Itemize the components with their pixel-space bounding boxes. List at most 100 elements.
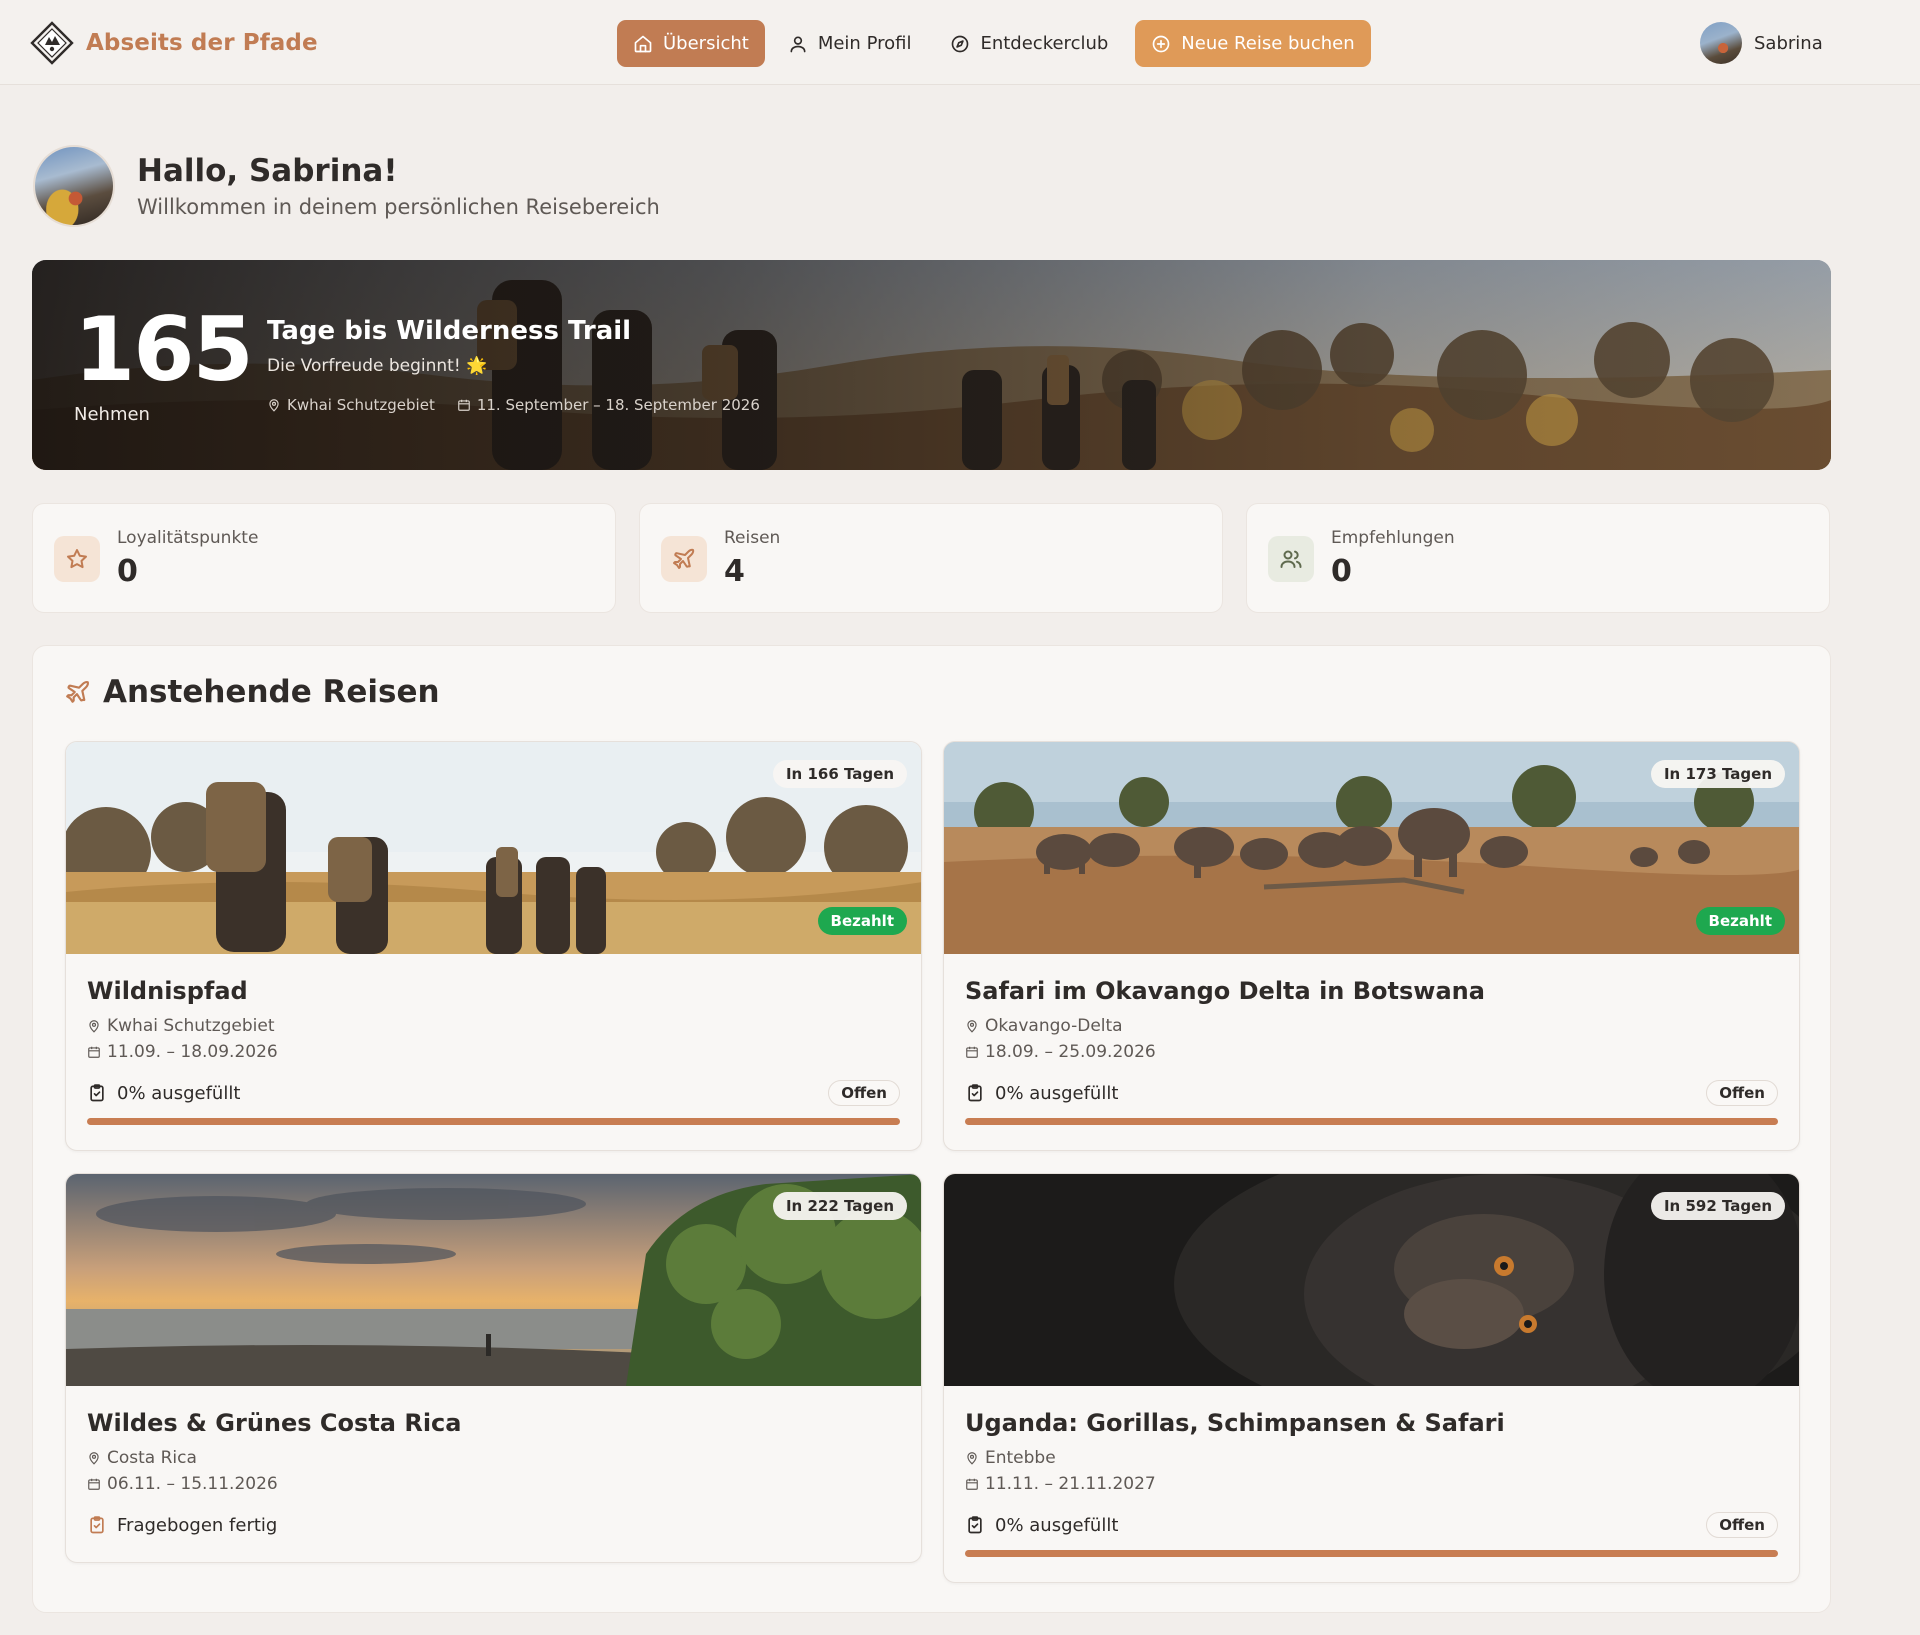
countdown-location: Kwhai Schutzgebiet — [287, 396, 435, 414]
paid-badge: Bezahlt — [817, 907, 907, 935]
stat-card-loyalty: Loyalitätspunkte 0 — [32, 503, 616, 613]
trip-dates-text: 11.09. – 18.09.2026 — [107, 1042, 278, 1062]
avatar — [1700, 22, 1742, 64]
countdown-title: Tage bis Wilderness Trail — [267, 316, 632, 346]
clipboard-check-icon — [90, 1084, 104, 1102]
map-pin-icon — [89, 1020, 99, 1033]
nav-item-entdeckerclub[interactable]: Entdeckerclub — [934, 20, 1124, 67]
stat-value: 4 — [724, 554, 745, 589]
days-until-badge: In 592 Tagen — [1650, 1192, 1785, 1220]
stat-label: Reisen — [724, 528, 781, 548]
trip-card-costa-rica[interactable]: In 222 Tagen Wildes & Grünes Costa Rica … — [65, 1173, 922, 1563]
profile-avatar — [33, 145, 115, 227]
countdown-subtitle: Die Vorfreude beginnt! 🌟 — [267, 356, 488, 376]
nav-item-mein-profil[interactable]: Mein Profil — [772, 20, 928, 67]
stat-icon-box — [1268, 536, 1314, 582]
trip-dates-text: 18.09. – 25.09.2026 — [985, 1042, 1156, 1062]
trip-location-text: Okavango-Delta — [985, 1016, 1123, 1036]
calendar-icon — [966, 1478, 978, 1490]
questionnaire-progress-bar — [87, 1118, 900, 1125]
top-navigation-bar: Abseits der Pfade Übersicht Mein Profil … — [0, 0, 1920, 85]
countdown-dates: 11. September – 18. September 2026 — [476, 396, 760, 414]
upcoming-trips-panel: Anstehende Reisen In 166 Tagen Bezahlt W… — [32, 645, 1831, 1613]
stat-icon-box — [54, 536, 100, 582]
user-icon — [790, 36, 806, 52]
questionnaire-status-row: 0% ausgefüllt Offen — [965, 1078, 1778, 1108]
new-trip-button-label: Neue Reise buchen — [1181, 33, 1355, 54]
trip-card-uganda[interactable]: In 592 Tagen Uganda: Gorillas, Schimpans… — [943, 1173, 1800, 1583]
users-icon — [1280, 550, 1302, 568]
trip-card-okavango-safari[interactable]: In 173 Tagen Bezahlt Safari im Okavango … — [943, 741, 1800, 1151]
map-pin-icon — [967, 1452, 977, 1465]
stat-value: 0 — [1331, 554, 1352, 589]
days-until-badge: In 173 Tagen — [1650, 760, 1785, 788]
questionnaire-progress-text: 0% ausgefüllt — [117, 1082, 241, 1104]
questionnaire-status-row: 0% ausgefüllt Offen — [87, 1078, 900, 1108]
trip-title: Safari im Okavango Delta in Botswana — [965, 977, 1485, 1005]
section-title: Anstehende Reisen — [103, 674, 440, 710]
compass-icon — [952, 35, 969, 52]
trip-image: In 222 Tagen — [66, 1174, 921, 1386]
trip-title: Wildes & Grünes Costa Rica — [87, 1409, 462, 1437]
plane-icon — [66, 680, 90, 703]
trip-card-wildnispfad[interactable]: In 166 Tagen Bezahlt Wildnispfad Kwhai S… — [65, 741, 922, 1151]
questionnaire-status-row: 0% ausgefüllt Offen — [965, 1510, 1778, 1540]
days-until-badge: In 166 Tagen — [772, 760, 907, 788]
questionnaire-status-text: Fragebogen fertig — [117, 1514, 278, 1536]
status-badge: Offen — [1706, 1512, 1778, 1538]
questionnaire-progress-bar — [965, 1118, 1778, 1125]
trip-image: In 173 Tagen Bezahlt — [944, 742, 1799, 954]
questionnaire-progress-text: 0% ausgefüllt — [995, 1514, 1119, 1536]
plus-circle-icon — [1152, 35, 1170, 52]
trip-title: Wildnispfad — [87, 977, 248, 1005]
nav-item-label: Entdeckerclub — [980, 33, 1109, 54]
star-icon — [67, 549, 87, 569]
trip-location: Okavango-Delta — [965, 1016, 1123, 1036]
clipboard-check-icon — [968, 1516, 982, 1534]
user-menu[interactable]: Sabrina — [1700, 22, 1823, 64]
clipboard-check-icon — [90, 1516, 104, 1534]
trip-dates-text: 11.11. – 21.11.2027 — [985, 1474, 1156, 1494]
paid-badge: Bezahlt — [1695, 907, 1785, 935]
trip-dates: 18.09. – 25.09.2026 — [965, 1042, 1156, 1062]
plane-icon — [673, 548, 695, 569]
greeting: Hallo, Sabrina! Willkommen in deinem per… — [33, 145, 660, 227]
stat-card-referrals: Empfehlungen 0 — [1246, 503, 1830, 613]
stat-card-trips: Reisen 4 — [639, 503, 1223, 613]
questionnaire-status-row: Fragebogen fertig — [87, 1510, 900, 1540]
user-name: Sabrina — [1754, 32, 1823, 54]
trip-image: In 166 Tagen Bezahlt — [66, 742, 921, 954]
section-header: Anstehende Reisen — [65, 674, 440, 710]
days-until-badge: In 222 Tagen — [772, 1192, 907, 1220]
countdown-days-label: Nehmen — [74, 404, 150, 425]
countdown-hero[interactable]: 165 Nehmen Tage bis Wilderness Trail Die… — [32, 260, 1831, 470]
stat-label: Loyalitätspunkte — [117, 528, 259, 548]
questionnaire-progress-bar — [965, 1550, 1778, 1557]
page-title: Hallo, Sabrina! — [137, 153, 398, 189]
stat-value: 0 — [117, 554, 138, 589]
trip-location-text: Costa Rica — [107, 1448, 197, 1468]
countdown-days: 165 — [74, 298, 254, 401]
nav-item-label: Mein Profil — [817, 33, 912, 54]
calendar-icon — [457, 399, 470, 411]
trip-dates: 06.11. – 15.11.2026 — [87, 1474, 278, 1494]
trip-location-text: Entebbe — [985, 1448, 1056, 1468]
brand[interactable]: Abseits der Pfade — [30, 21, 318, 65]
nav-item-uebersicht[interactable]: Übersicht — [617, 20, 765, 67]
new-trip-button[interactable]: Neue Reise buchen — [1135, 20, 1371, 67]
trip-location: Entebbe — [965, 1448, 1056, 1468]
calendar-icon — [88, 1046, 100, 1058]
trip-location-text: Kwhai Schutzgebiet — [107, 1016, 275, 1036]
calendar-icon — [88, 1478, 100, 1490]
map-pin-icon — [967, 1020, 977, 1033]
nav-item-label: Übersicht — [663, 33, 749, 54]
clipboard-check-icon — [968, 1084, 982, 1102]
brand-logo-icon — [30, 21, 74, 65]
stat-icon-box — [661, 536, 707, 582]
stat-label: Empfehlungen — [1331, 528, 1455, 548]
trip-dates-text: 06.11. – 15.11.2026 — [107, 1474, 278, 1494]
calendar-icon — [966, 1046, 978, 1058]
home-icon — [634, 35, 652, 52]
status-badge: Offen — [828, 1080, 900, 1106]
status-badge: Offen — [1706, 1080, 1778, 1106]
